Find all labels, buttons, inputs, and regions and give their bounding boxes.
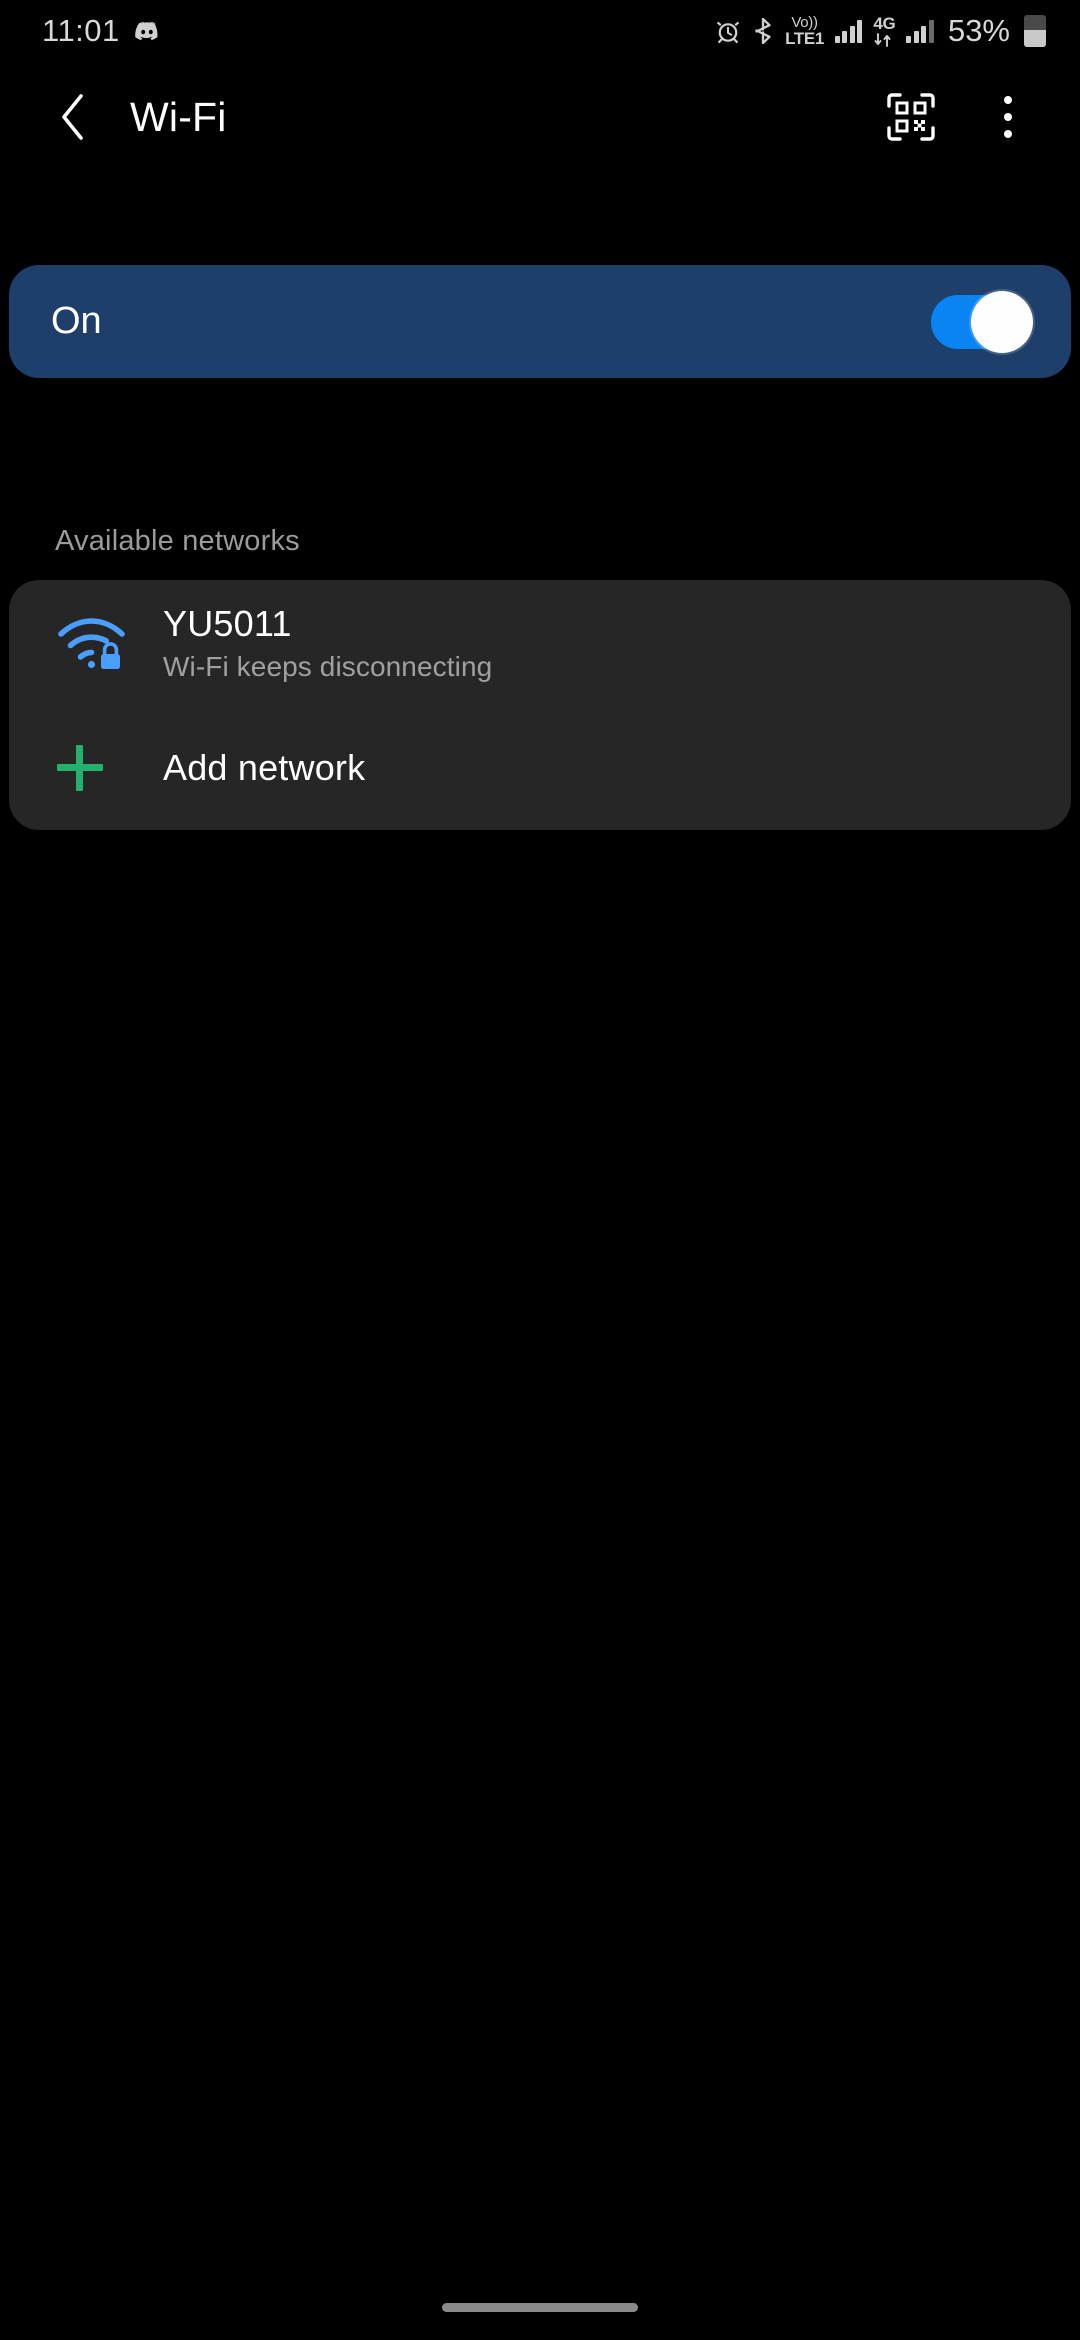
back-chevron-icon: [58, 93, 88, 141]
app-bar-actions: [886, 90, 1028, 144]
page-title: Wi-Fi: [130, 94, 886, 141]
wifi-locked-icon: [57, 614, 135, 672]
available-networks-label: Available networks: [55, 525, 300, 558]
bluetooth-icon: [752, 18, 774, 44]
status-bar-right: Vo)) LTE1 4G 53%: [715, 13, 1046, 49]
add-network-text: Add network: [163, 747, 365, 789]
battery-percentage: 53%: [948, 13, 1010, 49]
qr-scan-button[interactable]: [886, 92, 936, 142]
switch-thumb: [971, 291, 1033, 353]
status-bar: 11:01 Vo)) LTE1: [0, 0, 1080, 62]
status-bar-left: 11:01: [42, 13, 160, 49]
4g-data-icon: 4G: [873, 15, 895, 47]
qr-scan-icon: [886, 92, 936, 142]
app-bar: Wi-Fi: [0, 62, 1080, 172]
plus-icon-wrap: [57, 745, 135, 791]
wifi-toggle-label: On: [51, 300, 102, 343]
overflow-menu-button[interactable]: [988, 90, 1028, 144]
data-arrows-icon: [873, 33, 895, 47]
battery-icon: [1024, 15, 1046, 47]
network-ssid: YU5011: [163, 603, 492, 645]
home-gesture-bar[interactable]: [442, 2303, 638, 2312]
networks-card: YU5011 Wi-Fi keeps disconnecting Add net…: [9, 580, 1071, 830]
overflow-menu-icon: [1004, 130, 1012, 138]
overflow-menu-icon: [1004, 113, 1012, 121]
network-status: Wi-Fi keeps disconnecting: [163, 651, 492, 683]
volte-icon: Vo)) LTE1: [785, 15, 824, 47]
wifi-toggle-banner[interactable]: On: [9, 265, 1071, 378]
status-bar-clock: 11:01: [42, 13, 120, 49]
back-button[interactable]: [46, 90, 100, 144]
network-row-yu5011[interactable]: YU5011 Wi-Fi keeps disconnecting: [9, 580, 1071, 706]
signal-bars-icon: [835, 20, 863, 43]
discord-icon: [134, 21, 160, 41]
wifi-toggle-switch[interactable]: [931, 295, 1029, 349]
overflow-menu-icon: [1004, 96, 1012, 104]
add-network-label: Add network: [163, 747, 365, 789]
signal-bars-2-icon: [906, 20, 934, 43]
add-network-row[interactable]: Add network: [9, 706, 1071, 830]
plus-icon: [57, 745, 103, 791]
alarm-icon: [715, 18, 741, 44]
network-row-text: YU5011 Wi-Fi keeps disconnecting: [163, 603, 492, 683]
